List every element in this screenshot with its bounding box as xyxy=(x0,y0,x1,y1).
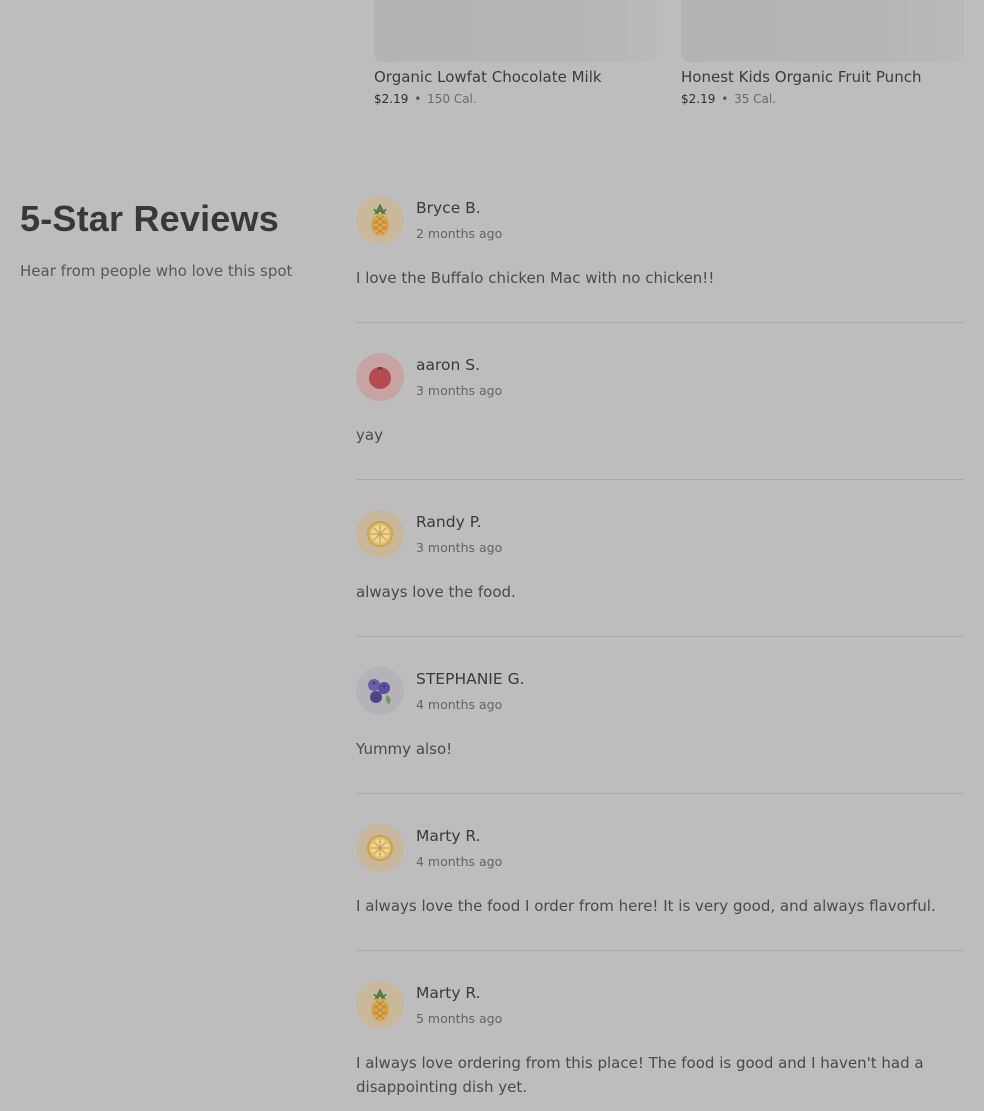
reviewer-name: aaron S. xyxy=(416,356,481,374)
reviews-title: 5-Star Reviews xyxy=(20,198,279,239)
product-name[interactable]: Honest Kids Organic Fruit Punch xyxy=(681,68,964,86)
separator-dot: • xyxy=(721,92,729,106)
avatar xyxy=(356,510,404,558)
reviewer-name: Bryce B. xyxy=(416,199,481,217)
tomato-icon xyxy=(369,367,391,389)
review-item: Bryce B. 2 months ago I love the Buffalo… xyxy=(356,196,964,323)
review-date: 3 months ago xyxy=(416,540,503,555)
product-calories: 150 Cal. xyxy=(427,92,477,106)
product-image[interactable] xyxy=(374,0,657,62)
reviews-list: Bryce B. 2 months ago I love the Buffalo… xyxy=(356,196,964,1111)
product-card[interactable]: Organic Lowfat Chocolate Milk $2.19 • 15… xyxy=(374,0,657,106)
product-meta: $2.19 • 150 Cal. xyxy=(374,92,657,106)
separator-dot: • xyxy=(414,92,422,106)
reviewer-name: Marty R. xyxy=(416,827,481,845)
review-text: yay xyxy=(356,426,383,444)
review-item: Marty R. 4 months ago I always love the … xyxy=(356,824,964,951)
review-text: Yummy also! xyxy=(356,740,453,758)
product-price: $2.19 xyxy=(374,92,409,106)
lemon-slice-icon xyxy=(367,521,393,547)
blueberries-icon xyxy=(368,679,391,704)
review-date: 5 months ago xyxy=(416,1011,503,1026)
review-text: I always love ordering from this place! … xyxy=(356,1054,924,1096)
reviewer-name: STEPHANIE G. xyxy=(416,670,525,688)
review-item: STEPHANIE G. 4 months ago Yummy also! xyxy=(356,667,964,794)
product-image[interactable] xyxy=(681,0,964,62)
product-meta: $2.19 • 35 Cal. xyxy=(681,92,964,106)
avatar xyxy=(356,824,404,872)
product-calories: 35 Cal. xyxy=(734,92,777,106)
review-text: I love the Buffalo chicken Mac with no c… xyxy=(356,269,715,287)
review-text: always love the food. xyxy=(356,583,516,601)
product-price: $2.19 xyxy=(681,92,716,106)
avatar xyxy=(356,667,404,715)
reviewer-name: Randy P. xyxy=(416,513,482,531)
review-item: Marty R. 5 months ago I always love orde… xyxy=(356,981,964,1111)
avatar xyxy=(356,353,404,401)
review-date: 2 months ago xyxy=(416,226,503,241)
pineapple-icon xyxy=(371,203,389,236)
product-name[interactable]: Organic Lowfat Chocolate Milk xyxy=(374,68,657,86)
review-text: I always love the food I order from here… xyxy=(356,897,936,915)
review-item: Randy P. 3 months ago always love the fo… xyxy=(356,510,964,637)
lemon-slice-icon xyxy=(367,835,393,861)
review-date: 4 months ago xyxy=(416,697,503,712)
review-date: 4 months ago xyxy=(416,854,503,869)
avatar xyxy=(356,196,404,244)
reviews-header: 5-Star Reviews Hear from people who love… xyxy=(20,198,320,280)
avatar xyxy=(356,981,404,1029)
pineapple-icon xyxy=(371,988,389,1021)
review-date: 3 months ago xyxy=(416,383,503,398)
product-card[interactable]: Honest Kids Organic Fruit Punch $2.19 • … xyxy=(681,0,964,106)
reviews-subtitle: Hear from people who love this spot xyxy=(20,262,293,280)
review-item: aaron S. 3 months ago yay xyxy=(356,353,964,480)
product-carousel: Organic Lowfat Chocolate Milk $2.19 • 15… xyxy=(374,0,974,120)
reviewer-name: Marty R. xyxy=(416,984,481,1002)
